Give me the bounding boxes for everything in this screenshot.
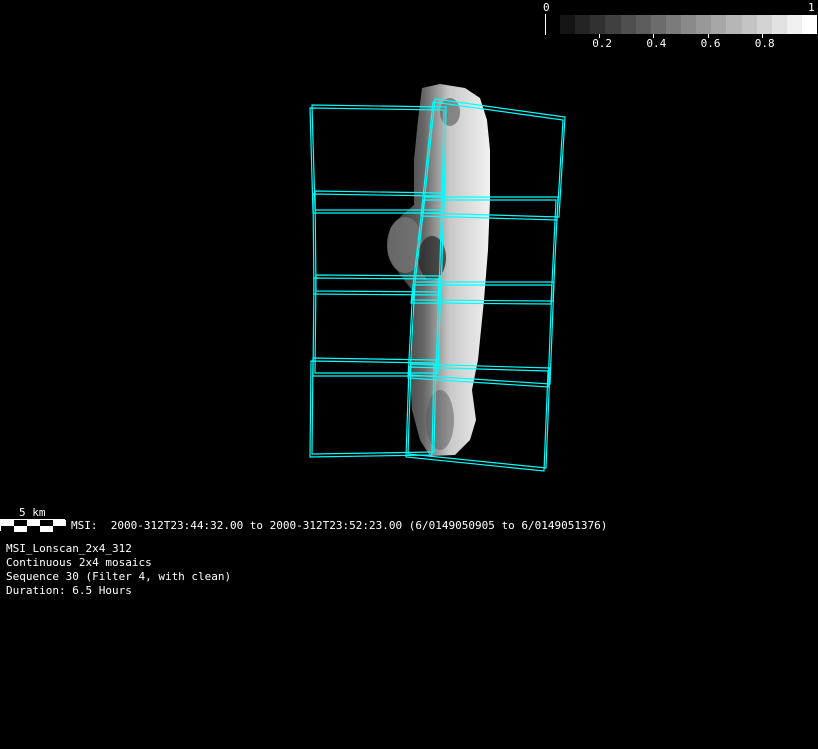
colorbar-step	[711, 15, 727, 34]
scale-bar-cell	[27, 526, 40, 532]
colorbar-step	[605, 15, 621, 34]
colorbar-step	[590, 15, 606, 34]
scale-bar-label: 5 km	[19, 506, 46, 519]
colorbar-step	[802, 15, 818, 34]
colorbar-step	[786, 15, 802, 34]
sequence-duration: Duration: 6.5 Hours	[6, 584, 132, 597]
asteroid-shape	[387, 84, 490, 456]
scale-bar-cell	[53, 526, 66, 532]
colorbar-step	[560, 15, 576, 34]
info-panel: MSI_Lonscan_2x4_312 Continuous 2x4 mosai…	[6, 542, 231, 598]
colorbar-step	[575, 15, 591, 34]
colorbar-min-label: 0	[543, 1, 550, 14]
asteroid-view	[309, 84, 566, 472]
colorbar-step	[741, 15, 757, 34]
scale-bar-cell	[14, 526, 27, 532]
colorbar-step	[696, 15, 712, 34]
observation-time-range: MSI: 2000-312T23:44:32.00 to 2000-312T23…	[71, 519, 608, 532]
colorbar-step	[650, 15, 666, 34]
colorbar-step	[756, 15, 772, 34]
colorbar-step	[726, 15, 742, 34]
scale-bar-cell	[40, 526, 53, 532]
sequence-description: Continuous 2x4 mosaics	[6, 556, 152, 569]
colorbar-tick-label: 0.6	[700, 37, 721, 50]
colorbar-step	[681, 15, 697, 34]
colorbar-step	[635, 15, 651, 34]
colorbar-step	[771, 15, 787, 34]
scale-bar-cell	[1, 526, 14, 532]
scale-bar-checker	[0, 519, 66, 532]
colorbar-step	[620, 15, 636, 34]
colorbar-step	[665, 15, 681, 34]
sequence-name: MSI_Lonscan_2x4_312	[6, 542, 132, 555]
colorbar-min-tick	[545, 14, 546, 35]
colorbar-gradient	[560, 15, 818, 34]
colorbar-tick-label: 0.4	[646, 37, 667, 50]
sequence-filter: Sequence 30 (Filter 4, with clean)	[6, 570, 232, 583]
colorbar-tick-label: 0.8	[754, 37, 775, 50]
colorbar-max-label: 1	[808, 1, 815, 14]
colorbar-tick-label: 0.2	[592, 37, 613, 50]
colorbar: 0 1 0.2 0.4 0.6 0.8	[543, 0, 818, 55]
